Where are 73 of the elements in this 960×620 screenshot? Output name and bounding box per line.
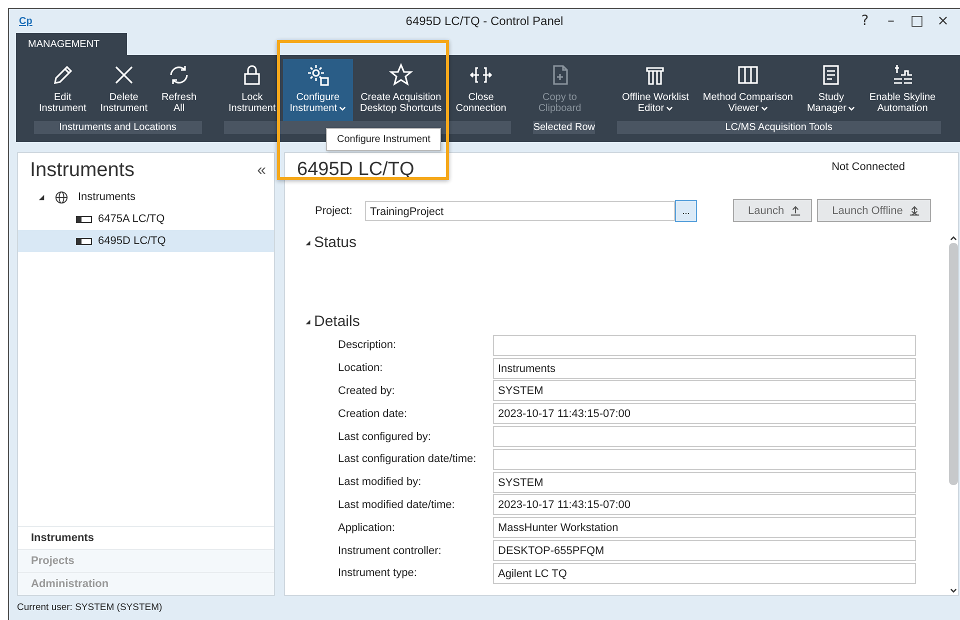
field-label: Project:	[315, 204, 354, 216]
app-logo: Cp	[19, 16, 32, 26]
field-label: Last configuration date/time:	[338, 453, 478, 466]
tooltip: Configure Instrument	[326, 128, 442, 151]
launch-button[interactable]: Launch Offline	[817, 199, 931, 222]
ribbon-button[interactable]: Refresh All	[154, 59, 204, 121]
field-label: Description:	[338, 339, 398, 352]
text-field[interactable]	[493, 448, 916, 470]
text-field[interactable]: SYSTEM	[493, 472, 916, 493]
field-label: Created by:	[338, 384, 396, 397]
ribbon-button[interactable]: Method Comparison Viewer	[696, 59, 800, 121]
tree-item[interactable]: 6495D LC/TQ	[18, 230, 274, 252]
ribbon-button[interactable]: Enable Skyline Automation	[862, 59, 943, 121]
help-button[interactable]: ?	[854, 13, 876, 29]
instrument-icon	[76, 238, 92, 244]
tree-item[interactable]: Instruments	[18, 186, 274, 208]
ribbon-button[interactable]: Configure Instrument	[282, 59, 354, 121]
project-field[interactable]: TrainingProject	[365, 200, 675, 220]
instrument-title: 6495D LC/TQ	[297, 159, 414, 181]
text-field[interactable]: MassHunter Workstation	[493, 517, 916, 538]
field-label: Instrument type:	[338, 567, 418, 580]
ribbon-button[interactable]: Study Manager	[800, 59, 862, 121]
ribbon-button[interactable]: Create Acquisition Desktop Shortcuts	[353, 59, 449, 121]
scrollbar[interactable]	[948, 234, 958, 595]
section-title: Status	[314, 234, 357, 251]
gear-icon	[306, 63, 330, 87]
window-title: 6495D LC/TQ - Control Panel	[406, 14, 564, 28]
group-label: Instruments and Locations	[34, 121, 202, 134]
field-label: Last configured by:	[338, 430, 432, 443]
close-button[interactable]: ×	[932, 13, 954, 29]
field-label: Application:	[338, 522, 396, 534]
section-title: Details	[314, 313, 360, 330]
connection-status: Not Connected	[832, 161, 905, 173]
instrument-icon	[76, 216, 92, 222]
field-label: Location:	[338, 362, 384, 374]
collapse-button[interactable]: «	[257, 162, 266, 180]
scroll-down-icon[interactable]	[950, 588, 956, 593]
ribbon-button[interactable]: Edit Instrument	[32, 59, 94, 121]
status-bar-text: Current user: SYSTEM (SYSTEM)	[16, 601, 162, 615]
text-field[interactable]: Agilent LC TQ	[493, 562, 916, 584]
field-label: Last modified by:	[338, 476, 422, 488]
field-label: Creation date:	[338, 408, 408, 420]
ribbon-tab[interactable]: MANAGEMENT	[16, 33, 127, 55]
text-field[interactable]	[493, 426, 916, 448]
minimize-button[interactable]: –	[880, 13, 902, 29]
field-label: Instrument controller:	[338, 544, 442, 557]
ribbon-button[interactable]: Lock Instrument	[222, 59, 283, 121]
text-field[interactable]: SYSTEM	[493, 380, 916, 402]
field-label: Last modified date/time:	[338, 498, 456, 511]
panel-title: Instruments	[30, 159, 134, 182]
star-icon	[388, 63, 413, 87]
text-field[interactable]: 2023-10-17 11:43:15-07:00	[493, 494, 916, 516]
launch-button[interactable]: Launch	[733, 199, 812, 222]
text-field[interactable]: Instruments	[493, 358, 916, 379]
maximize-button[interactable]: □	[906, 13, 928, 29]
columns-icon	[736, 63, 760, 87]
upload-icon	[790, 205, 802, 216]
expander-icon[interactable]	[305, 240, 311, 246]
refresh-icon	[167, 63, 191, 87]
browse-button[interactable]: ...	[675, 200, 697, 222]
scroll-up-icon[interactable]	[950, 236, 956, 241]
expander-icon[interactable]	[305, 318, 311, 324]
ribbon-button[interactable]: Delete Instrument	[93, 59, 154, 121]
tree-item[interactable]: 6475A LC/TQ	[18, 208, 274, 230]
group-label: Selected Row	[533, 121, 596, 134]
ribbon-button[interactable]: Close Connection	[448, 59, 514, 121]
upload-offline-icon	[908, 205, 920, 216]
ribbon-button[interactable]: Offline Worklist Editor	[615, 59, 696, 121]
text-field[interactable]	[493, 334, 916, 356]
text-field[interactable]: DESKTOP-655PFQM	[493, 540, 916, 562]
group-label: LC/MS Acquisition Tools	[617, 121, 941, 134]
text-field[interactable]: 2023-10-17 11:43:15-07:00	[493, 403, 916, 424]
globe-icon	[55, 190, 68, 204]
